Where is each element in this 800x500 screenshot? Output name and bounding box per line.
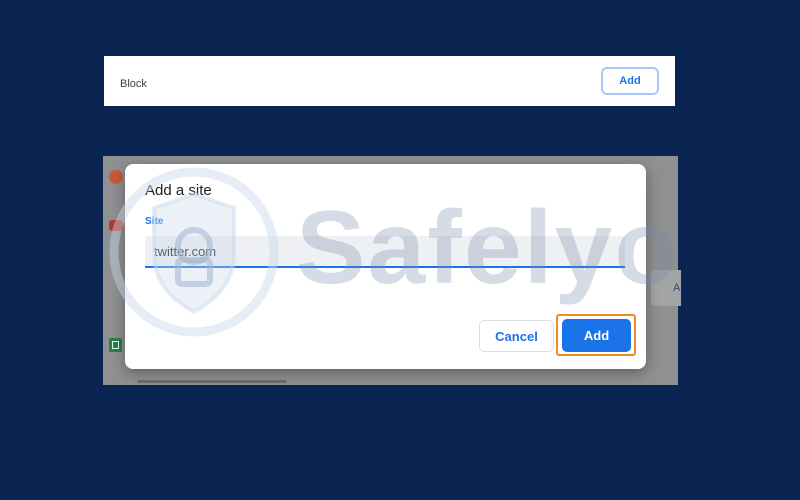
screenshot-stage: Block Add A Add a site Site Cancel Add S… [0, 0, 800, 500]
block-section-label: Block [120, 78, 147, 90]
background-add-button-letter: A [673, 282, 681, 294]
background-blurred-text [137, 380, 287, 383]
google-sheets-icon [109, 338, 122, 352]
cancel-button[interactable]: Cancel [479, 320, 554, 352]
block-add-button[interactable]: Add [601, 67, 659, 95]
youtube-icon [109, 220, 123, 231]
site-field-label: Site [145, 216, 164, 227]
add-site-dialog: Add a site Site Cancel Add [125, 164, 646, 369]
add-button[interactable]: Add [562, 319, 631, 352]
dialog-title: Add a site [145, 182, 212, 199]
reddit-icon [109, 170, 123, 184]
site-input[interactable] [145, 236, 625, 268]
block-sites-card: Block Add [104, 56, 675, 106]
